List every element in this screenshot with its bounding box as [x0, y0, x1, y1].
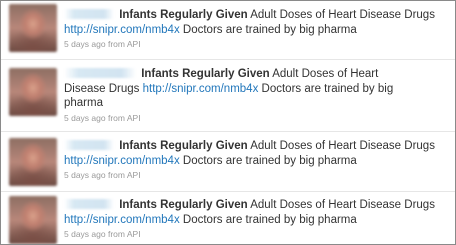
tweet-body: Adult Doses of Heart Disease Drugs — [250, 140, 435, 152]
user-avatar[interactable] — [9, 138, 57, 186]
user-avatar[interactable] — [9, 4, 57, 52]
tweet-link[interactable]: http://snipr.com/nmb4x — [64, 24, 180, 36]
tweet-meta: 5 days ago from API — [64, 170, 444, 181]
tweet-content: Infants Regularly Given Adult Doses of H… — [64, 139, 444, 181]
tweet-headline: Infants Regularly Given — [141, 68, 270, 80]
tweet-content: Infants Regularly Given Adult Doses of H… — [64, 198, 444, 240]
tweet-tail: Doctors are trained by big pharma — [182, 213, 357, 226]
tweet-timestamp[interactable]: 5 days ago — [64, 39, 106, 49]
tweet-link[interactable]: http://snipr.com/nmb4x — [64, 214, 180, 226]
tweet-list: Infants Regularly Given Adult Doses of H… — [0, 0, 456, 245]
tweet-source: from API — [107, 39, 141, 49]
tweet-item: Infants Regularly Given Adult Doses of H… — [1, 60, 455, 132]
tweet-text: Infants Regularly Given Adult Doses of H… — [64, 67, 400, 111]
tweet-timestamp[interactable]: 5 days ago — [64, 170, 106, 180]
redacted-username[interactable] — [64, 199, 114, 209]
redacted-username[interactable] — [64, 68, 136, 78]
tweet-text: Infants Regularly Given Adult Doses of H… — [64, 139, 444, 168]
tweet-headline: Infants Regularly Given — [119, 140, 248, 152]
user-avatar[interactable] — [9, 68, 57, 116]
tweet-source: from API — [107, 170, 141, 180]
tweet-link[interactable]: http://snipr.com/nmb4x — [143, 83, 259, 95]
tweet-meta: 5 days ago from API — [64, 229, 444, 240]
tweet-tail: Doctors are trained by big pharma — [182, 154, 357, 167]
tweet-body: Adult Doses of Heart Disease Drugs — [250, 199, 435, 211]
tweet-text: Infants Regularly Given Adult Doses of H… — [64, 198, 444, 227]
tweet-item: Infants Regularly Given Adult Doses of H… — [1, 192, 455, 244]
tweet-headline: Infants Regularly Given — [119, 199, 248, 211]
tweet-meta: 5 days ago from API — [64, 39, 444, 50]
tweet-meta: 5 days ago from API — [64, 113, 400, 124]
tweet-timestamp[interactable]: 5 days ago — [64, 113, 106, 123]
redacted-username[interactable] — [64, 9, 114, 19]
user-avatar[interactable] — [9, 196, 57, 244]
tweet-content: Infants Regularly Given Adult Doses of H… — [64, 8, 444, 50]
tweet-body: Adult Doses of Heart Disease Drugs — [250, 9, 435, 21]
tweet-tail: Doctors are trained by big pharma — [182, 23, 357, 36]
redacted-username[interactable] — [64, 140, 114, 150]
tweet-text: Infants Regularly Given Adult Doses of H… — [64, 8, 444, 37]
tweet-item: Infants Regularly Given Adult Doses of H… — [1, 132, 455, 192]
tweet-content: Infants Regularly Given Adult Doses of H… — [64, 67, 400, 124]
tweet-source: from API — [107, 229, 141, 239]
tweet-item: Infants Regularly Given Adult Doses of H… — [1, 1, 455, 60]
tweet-headline: Infants Regularly Given — [119, 9, 248, 21]
tweet-source: from API — [107, 112, 141, 123]
tweet-timestamp[interactable]: 5 days ago — [64, 229, 106, 239]
tweet-link[interactable]: http://snipr.com/nmb4x — [64, 155, 180, 167]
